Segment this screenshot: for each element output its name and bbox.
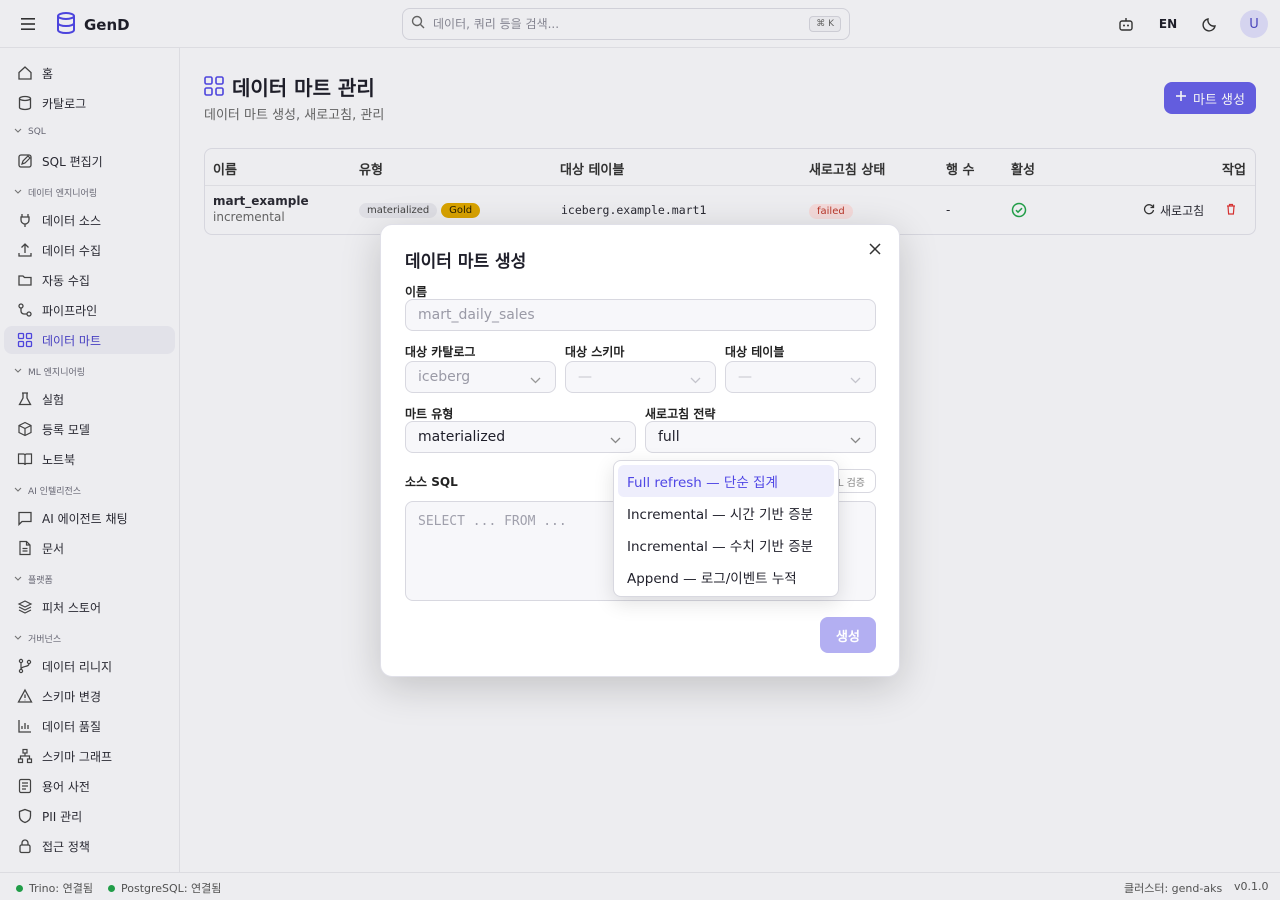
create-mart-dialog: 데이터 마트 생성 이름 대상 카탈로그 iceberg 대상 스키마 — 대상…: [380, 224, 900, 677]
schema-value: —: [578, 369, 592, 385]
refresh-strategy-value: full: [658, 429, 680, 445]
chevron-down-icon: [850, 372, 861, 388]
table-value: —: [738, 369, 752, 385]
name-input[interactable]: [418, 307, 863, 323]
chevron-down-icon: [610, 432, 621, 448]
refresh-strategy-label: 새로고침 전략: [645, 407, 716, 421]
dropdown-option[interactable]: Full refresh — 단순 집계: [618, 465, 834, 497]
table-label: 대상 테이블: [725, 345, 785, 359]
catalog-value: iceberg: [418, 369, 471, 385]
chevron-down-icon: [690, 372, 701, 388]
chevron-down-icon: [850, 432, 861, 448]
source-sql-label: 소스 SQL: [405, 475, 458, 489]
dropdown-option[interactable]: Append — 로그/이벤트 누적: [618, 561, 834, 593]
catalog-label: 대상 카탈로그: [405, 345, 476, 359]
name-label: 이름: [405, 285, 428, 299]
schema-select[interactable]: —: [565, 361, 716, 393]
submit-button[interactable]: 생성: [820, 617, 876, 653]
mart-type-select[interactable]: materialized: [405, 421, 636, 453]
catalog-select[interactable]: iceberg: [405, 361, 556, 393]
refresh-strategy-select[interactable]: full: [645, 421, 876, 453]
schema-label: 대상 스키마: [565, 345, 625, 359]
table-select[interactable]: —: [725, 361, 876, 393]
name-field[interactable]: [405, 299, 876, 331]
mart-type-label: 마트 유형: [405, 407, 454, 421]
dropdown-option[interactable]: Incremental — 수치 기반 증분: [618, 529, 834, 561]
close-icon[interactable]: [867, 241, 883, 257]
dialog-title: 데이터 마트 생성: [405, 252, 527, 272]
dropdown-option[interactable]: Incremental — 시간 기반 증분: [618, 497, 834, 529]
chevron-down-icon: [530, 372, 541, 388]
refresh-strategy-dropdown: Full refresh — 단순 집계 Incremental — 시간 기반…: [613, 460, 839, 597]
mart-type-value: materialized: [418, 429, 506, 445]
